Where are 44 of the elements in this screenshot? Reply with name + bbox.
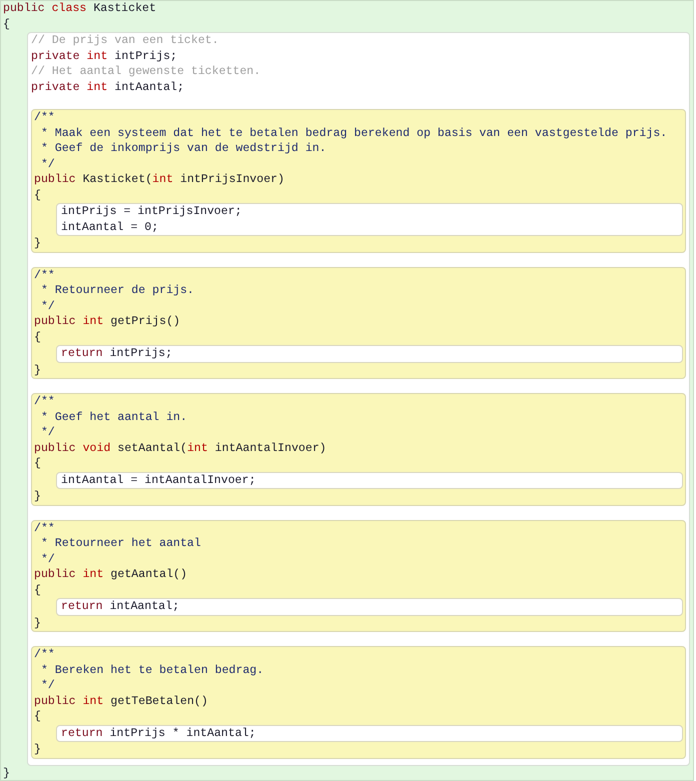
brace: { [34, 582, 42, 598]
code-line: public class Kasticket [3, 1, 158, 16]
code-line: return intPrijs; [61, 346, 174, 362]
doc-comment-line: */ [40, 156, 56, 172]
doc-comment-line: /** [34, 647, 56, 662]
code-line: public void setAantal(int intAantalInvoer) [34, 440, 328, 456]
doc-comment-line: /** [34, 520, 56, 536]
doc-comment-line: * Geef het aantal in. [40, 410, 188, 425]
brace: } [34, 742, 42, 758]
doc-comment-line: * Retourneer het aantal [40, 536, 202, 552]
brace: } [3, 766, 11, 780]
brace: { [34, 330, 42, 345]
doc-comment-line: * Geef de inkomprijs van de wedstrijd in. [40, 141, 328, 156]
code-line: public int getPrijs() [34, 314, 182, 330]
doc-comment-line: /** [34, 110, 56, 126]
code-line: intAantal = 0; [61, 220, 160, 235]
brace: } [34, 362, 42, 378]
brace: { [3, 16, 11, 32]
code-line: private int intPrijs; [31, 48, 178, 64]
doc-comment-line: /** [34, 268, 56, 283]
doc-comment-line: * Retourneer de prijs. [40, 283, 196, 298]
code-line: // Het aantal gewenste ticketten. [31, 64, 262, 80]
code-line: intAantal = intAantalInvoer; [61, 472, 257, 488]
brace: { [34, 456, 42, 472]
code-line: public Kasticket(int intPrijsInvoer) [34, 172, 286, 188]
brace: { [34, 709, 42, 724]
code-line: intPrijs = intPrijsInvoer; [61, 204, 243, 220]
code-line: public int getTeBetalen() [34, 694, 209, 709]
doc-comment-line: */ [40, 425, 56, 440]
doc-comment-line: */ [40, 678, 56, 694]
code-line: public int getAantal() [34, 567, 188, 582]
brace: { [34, 188, 42, 203]
brace: } [34, 616, 42, 631]
code-line: // De prijs van een ticket. [31, 33, 220, 48]
brace: } [34, 236, 42, 252]
doc-comment-line: */ [40, 298, 56, 314]
code-line: private int intAantal; [31, 80, 186, 95]
brace: } [34, 489, 42, 504]
doc-comment-line: * Bereken het te betalen bedrag. [40, 662, 265, 678]
doc-comment-line: /** [34, 394, 56, 410]
doc-comment-line: * Maak een systeem dat het te betalen bedrag berekend op basis van een vastgestelde prijs. [40, 126, 668, 141]
code-line: return intAantal; [61, 599, 180, 614]
code-line: return intPrijs * intAantal; [61, 726, 257, 741]
doc-comment-line: */ [40, 552, 56, 567]
